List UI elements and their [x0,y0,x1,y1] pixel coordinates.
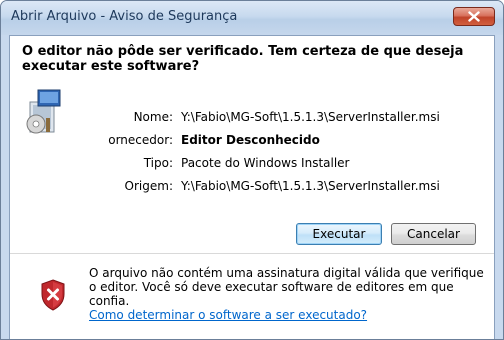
field-origin: Origem: Y:\Fabio\MG-Soft\1.5.1.3\ServerI… [58,179,488,195]
security-warning-window: Abrir Arquivo - Aviso de Segurança O edi… [0,0,504,340]
warning-footer: O arquivo não contém uma assinatura digi… [10,253,494,339]
type-label: Tipo: [143,156,173,170]
field-publisher: ornecedor: Editor Desconhecido [58,133,488,149]
close-icon [468,11,480,22]
title-bar[interactable]: Abrir Arquivo - Aviso de Segurança [1,1,503,35]
close-button[interactable] [453,7,495,26]
origin-label: Origem: [124,179,173,193]
cancel-button[interactable]: Cancelar [391,223,476,245]
red-shield-x-icon [41,279,65,311]
warning-text: O arquivo não contém uma assinatura digi… [89,266,484,308]
verification-question: O editor não pôde ser verificado. Tem ce… [22,44,464,74]
window-title: Abrir Arquivo - Aviso de Segurança [11,9,238,24]
type-value: Pacote do Windows Installer [181,156,350,170]
publisher-value: Editor Desconhecido [181,133,320,147]
name-label: Nome: [133,110,173,124]
help-link[interactable]: Como determinar o software a ser executa… [89,308,489,322]
origin-value: Y:\Fabio\MG-Soft\1.5.1.3\ServerInstaller… [181,179,440,193]
dialog-body: O editor não pôde ser verificado. Tem ce… [9,35,495,339]
name-value: Y:\Fabio\MG-Soft\1.5.1.3\ServerInstaller… [181,110,440,124]
field-name: Nome: Y:\Fabio\MG-Soft\1.5.1.3\ServerIns… [58,110,488,126]
field-type: Tipo: Pacote do Windows Installer [58,156,488,172]
execute-button[interactable]: Executar [296,223,382,245]
warning-message: O arquivo não contém uma assinatura digi… [89,266,489,322]
publisher-label: ornecedor: [108,133,173,147]
